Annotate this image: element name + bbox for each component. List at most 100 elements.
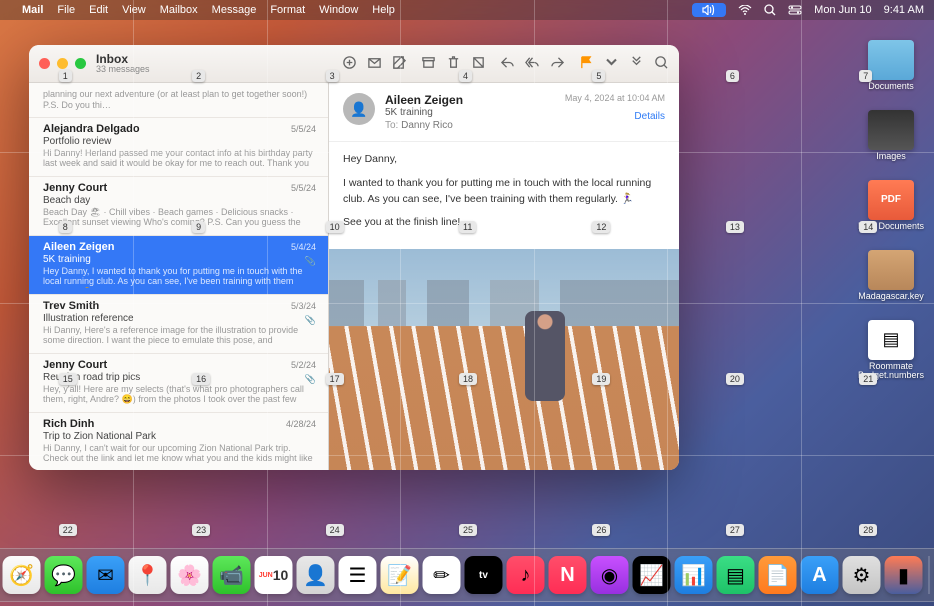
desktop-item[interactable]: Images [856,110,926,162]
grid-number: 24 [326,524,344,536]
control-center-icon[interactable] [788,5,802,15]
message-preview: Hi Danny, I can't wait for our upcoming … [43,443,316,465]
dock-app-freeform[interactable]: ✏ [423,556,461,594]
message-body: Hey Danny, I wanted to thank you for putt… [329,142,679,249]
message-from: Aileen Zeigen [43,241,115,253]
menu-view[interactable]: View [122,4,146,16]
message-item[interactable]: Jenny Court5/2/24Reunion road trip picsH… [29,354,328,413]
sender-name: Aileen Zeigen [385,93,555,107]
desktop-item-label: PDF Documents [858,222,924,232]
dock-app-calendar[interactable]: JUN10 [255,556,293,594]
dock-app-photos[interactable]: 🌸 [171,556,209,594]
filter-icon[interactable] [342,55,357,73]
menu-time[interactable]: 9:41 AM [884,4,924,16]
body-paragraph: Hey Danny, [343,152,665,168]
dock-separator [929,556,930,594]
desktop-item[interactable]: ▤Roommate Budget.numbers [856,320,926,382]
desktop-icons: Documents Images PDFPDF Documents Madagasca… [856,40,926,381]
menu-window[interactable]: Window [319,4,358,16]
grid-number: 13 [726,221,744,233]
desktop-item[interactable]: PDFPDF Documents [856,180,926,232]
message-preview: Hey, y'all! Here are my selects (that's … [43,384,316,406]
message-subject-preview: Beach day [43,195,316,206]
reply-all-icon[interactable] [525,55,540,73]
trash-icon[interactable] [446,55,461,73]
archive-icon[interactable] [421,55,436,73]
dock-app-tv[interactable]: tv [465,556,503,594]
flag-menu-icon[interactable] [604,55,619,73]
dock-app-podcasts[interactable]: ◉ [591,556,629,594]
dock-app-maps[interactable]: 📍 [129,556,167,594]
desktop-item[interactable]: Madagascar.key [856,250,926,302]
message-date: 5/2/24 [291,360,316,370]
message-preview: planning our next adventure (or at least… [43,89,316,111]
desktop-item-label: Documents [868,82,914,92]
mail-titlebar: Inbox 33 messages [29,45,679,83]
dock-app-notes[interactable]: 📝 [381,556,419,594]
grid-number: 20 [726,373,744,385]
dock: 😀▦🧭💬✉📍🌸📹JUN10👤☰📝✏tv♪N◉📈📊▤📄A⚙▮⬇🗑 [0,548,934,602]
dock-app-pages[interactable]: 📄 [759,556,797,594]
dock-app-music[interactable]: ♪ [507,556,545,594]
junk-icon[interactable] [471,55,486,73]
dock-app-news[interactable]: N [549,556,587,594]
message-item[interactable]: Jenny Court5/5/24Beach dayBeach Day 🏖 · … [29,177,328,236]
message-item[interactable]: planning our next adventure (or at least… [29,83,328,118]
reply-icon[interactable] [500,55,515,73]
menu-file[interactable]: File [57,4,75,16]
menu-mail[interactable]: Mail [22,4,43,16]
forward-icon[interactable] [550,55,565,73]
message-preview: Hi Danny! Herland passed me your contact… [43,148,316,170]
more-icon[interactable] [629,55,644,73]
zoom-button[interactable] [75,58,86,69]
details-link[interactable]: Details [565,111,665,122]
dock-app-contacts[interactable]: 👤 [297,556,335,594]
search-icon[interactable] [764,4,776,16]
grid-number: 25 [459,524,477,536]
search-icon[interactable] [654,55,669,73]
dock-app-mail[interactable]: ✉ [87,556,125,594]
message-attachment-image[interactable] [329,249,679,470]
wifi-icon[interactable] [738,5,752,15]
dock-app-iphone[interactable]: ▮ [885,556,923,594]
dock-app-reminders[interactable]: ☰ [339,556,377,594]
message-list[interactable]: planning our next adventure (or at least… [29,83,329,470]
message-preview: Hey Danny, I wanted to thank you for put… [43,266,316,288]
dock-app-numbers[interactable]: ▤ [717,556,755,594]
dock-app-keynote[interactable]: 📊 [675,556,713,594]
to-label: To: [385,120,398,131]
dock-app-appstore[interactable]: A [801,556,839,594]
message-from: Alejandra Delgado [43,123,140,135]
minimize-button[interactable] [57,58,68,69]
sound-indicator[interactable] [692,3,726,17]
dock-app-safari[interactable]: 🧭 [3,556,41,594]
dock-app-settings[interactable]: ⚙ [843,556,881,594]
body-paragraph: See you at the finish line! [343,215,665,231]
message-item[interactable]: Aileen Zeigen5/4/245K trainingHey Danny,… [29,236,328,295]
compose-icon[interactable] [367,55,382,73]
message-item[interactable]: Alejandra Delgado5/5/24Portfolio reviewH… [29,118,328,177]
flag-icon[interactable] [579,55,594,73]
menu-mailbox[interactable]: Mailbox [160,4,198,16]
message-from: Jenny Court [43,182,107,194]
message-subject-preview: Reunion road trip pics [43,372,316,383]
dock-app-stocks[interactable]: 📈 [633,556,671,594]
message-item[interactable]: Trev Smith5/3/24Illustration referenceHi… [29,295,328,354]
menu-edit[interactable]: Edit [89,4,108,16]
mail-window: Inbox 33 messages [29,45,679,470]
dock-app-messages[interactable]: 💬 [45,556,83,594]
menu-help[interactable]: Help [372,4,395,16]
menu-message[interactable]: Message [212,4,257,16]
close-button[interactable] [39,58,50,69]
mailbox-subtitle: 33 messages [96,65,150,74]
menu-format[interactable]: Format [270,4,305,16]
message-item[interactable]: Rich Dinh4/28/24Trip to Zion National Pa… [29,413,328,470]
sender-avatar[interactable]: 👤 [343,93,375,125]
attachment-icon: 📎 [305,315,316,326]
menu-date[interactable]: Mon Jun 10 [814,4,871,16]
new-message-icon[interactable] [392,55,407,73]
desktop-item[interactable]: Documents [856,40,926,92]
desktop-item-label: Images [876,152,906,162]
body-paragraph: I wanted to thank you for putting me in … [343,176,665,208]
dock-app-facetime[interactable]: 📹 [213,556,251,594]
